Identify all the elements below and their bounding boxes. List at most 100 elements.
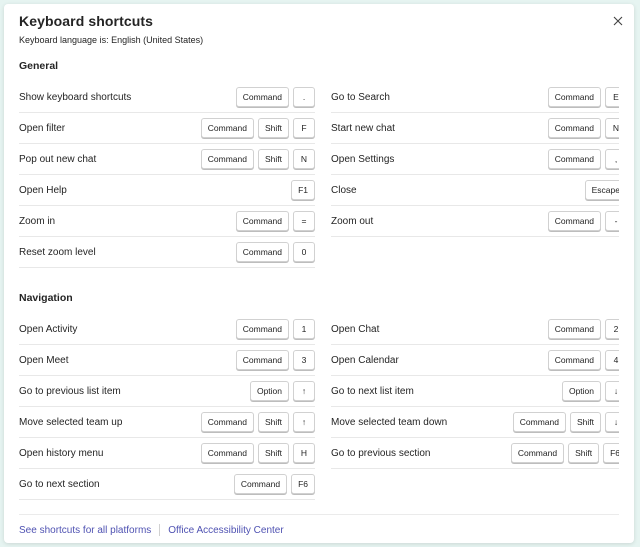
keycap: Command (200, 118, 254, 138)
key-combination: Command, (547, 149, 619, 169)
keycap: Shift (568, 443, 600, 463)
keycap: Shift (257, 149, 289, 169)
dialog-title: Keyboard shortcuts (19, 13, 154, 29)
shortcut-label: Open Calendar (331, 354, 399, 366)
keycap: Escape (584, 180, 619, 200)
key-combination: Command - (547, 211, 619, 231)
shortcut-row: Go to Search Command E (331, 82, 619, 113)
keycap: 4 (605, 350, 619, 370)
keycap: Command (235, 87, 289, 107)
shortcut-row: Open history menu Command Shift H (19, 438, 315, 469)
shortcut-label: Go to next section (19, 478, 100, 490)
shortcut-label: Go to previous list item (19, 385, 121, 397)
shortcut-row: Open Meet Command 3 (19, 345, 315, 376)
shortcut-row: Go to previous section Command Shift F6 (331, 438, 619, 469)
key-combination: Command = (235, 211, 315, 231)
close-button[interactable] (608, 12, 628, 32)
shortcut-label: Zoom in (19, 215, 56, 227)
shortcut-label: Open Activity (19, 323, 78, 335)
keycap: Command (547, 87, 601, 107)
section-title: General (19, 60, 59, 72)
keycap: Command (547, 350, 601, 370)
shortcut-label: Start new chat (331, 122, 395, 134)
key-combination: Command Shift H (200, 443, 315, 463)
empty-cell (331, 237, 619, 268)
keycap: , (605, 149, 619, 169)
key-combination: Option ↓ (561, 381, 619, 401)
key-combination: Command 2 (547, 319, 619, 339)
keycap: Shift (569, 412, 601, 432)
keycap: F6 (291, 474, 315, 494)
shortcut-row: Pop out new chat Command Shift N (19, 144, 315, 175)
accessibility-center-link[interactable]: Office Accessibility Center (168, 525, 283, 536)
shortcut-label: Move selected team up (19, 416, 123, 428)
keycap: Command (235, 350, 289, 370)
keycap: Command (235, 211, 289, 231)
keycap: Command (547, 149, 601, 169)
keycap: = (293, 211, 315, 231)
keycap: Command (235, 319, 289, 339)
footer-separator (159, 524, 161, 536)
keycap: E (605, 87, 619, 107)
shortcut-grid: Show keyboard shortcuts Command. Go to Sea… (19, 82, 619, 268)
shortcut-label: Open history menu (19, 447, 104, 459)
shortcut-label: Show keyboard shortcuts (19, 91, 132, 103)
shortcut-row: Open Calendar Command 4 (331, 345, 619, 376)
shortcut-row: Move selected team down Command Shift ↓ (331, 407, 619, 438)
key-combination: Command Shift F (200, 118, 315, 138)
shortcut-label: Zoom out (331, 215, 374, 227)
keycap: H (293, 443, 315, 463)
key-combination: Command N (547, 118, 619, 138)
key-combination: F1 (291, 180, 315, 200)
keycap: - (605, 211, 619, 231)
key-combination: Command F6 (233, 474, 315, 494)
keycap: Command (200, 443, 254, 463)
keyboard-shortcuts-dialog: Keyboard shortcuts Keyboard language is:… (4, 4, 634, 543)
shortcut-row: Go to next section Command F6 (19, 469, 315, 500)
key-combination: Option ↑ (249, 381, 315, 401)
key-combination: Command Shift ↑ (200, 412, 315, 432)
shortcut-row: Reset zoom level Command 0 (19, 237, 315, 268)
keycap: Option (561, 381, 601, 401)
section-title: Navigation (19, 292, 73, 304)
key-combination: Command E (547, 87, 619, 107)
shortcut-row: Zoom out Command - (331, 206, 619, 237)
shortcuts-list[interactable]: General Show keyboard shortcuts Command. Go… (19, 58, 619, 514)
keycap: Command (510, 443, 565, 463)
keycap: N (293, 149, 315, 169)
key-combination: Command Shift N (200, 149, 315, 169)
shortcut-row: Open Help F1 (19, 175, 315, 206)
key-combination: Command Shift ↓ (512, 412, 619, 432)
shortcut-label: Open filter (19, 122, 66, 134)
key-combination: Command 1 (235, 319, 315, 339)
keycap: Command (547, 211, 601, 231)
shortcut-row: Zoom in Command = (19, 206, 315, 237)
key-combination: Escape (584, 180, 619, 200)
keycap: ↑ (293, 381, 315, 401)
key-combination: Command Shift F6 (510, 443, 619, 463)
keycap: ↓ (605, 381, 619, 401)
close-icon (613, 13, 623, 31)
keycap: Command (200, 412, 254, 432)
footer-divider (19, 514, 619, 515)
keycap: 3 (293, 350, 315, 370)
see-all-platforms-link[interactable]: See shortcuts for all platforms (19, 525, 151, 536)
keycap: Command (512, 412, 566, 432)
keycap: 0 (293, 242, 315, 262)
key-combination: Command. (235, 87, 315, 107)
shortcut-label: Open Meet (19, 354, 69, 366)
shortcut-grid: Open Activity Command 1 Open Chat Command 2 Op… (19, 314, 619, 500)
shortcut-row: Open Settings Command, (331, 144, 619, 175)
keycap: Command (200, 149, 254, 169)
shortcut-row: Move selected team up Command Shift ↑ (19, 407, 315, 438)
keycap: Shift (257, 443, 289, 463)
shortcut-row: Open Chat Command 2 (331, 314, 619, 345)
keycap: Command (547, 319, 601, 339)
keycap: 1 (293, 319, 315, 339)
shortcut-label: Go to Search (331, 91, 390, 103)
key-combination: Command 0 (235, 242, 315, 262)
shortcut-row: Open filter Command Shift F (19, 113, 315, 144)
key-combination: Command 4 (547, 350, 619, 370)
shortcut-label: Open Settings (331, 153, 395, 165)
